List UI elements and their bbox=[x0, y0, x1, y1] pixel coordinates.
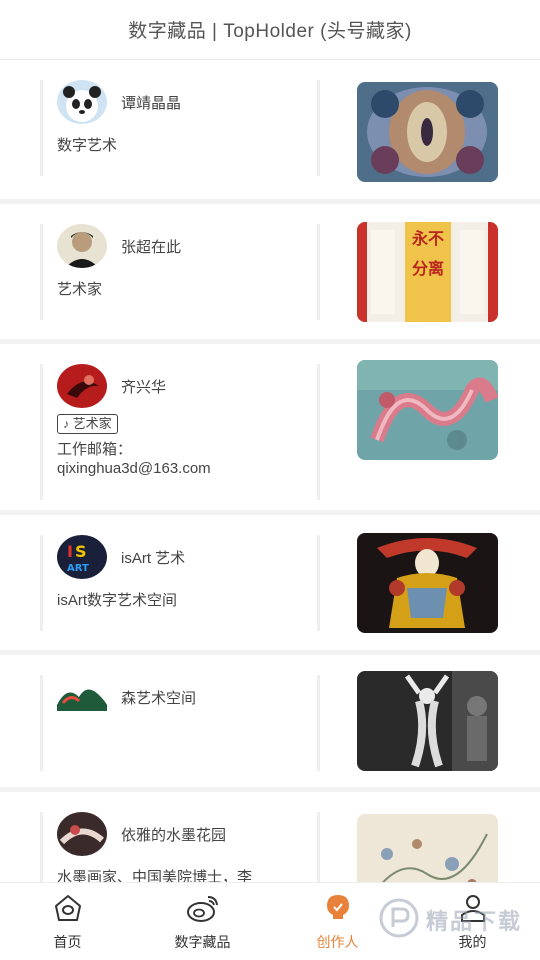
email-label: 工作邮箱： bbox=[57, 441, 133, 458]
tab-label: 数字藏品 bbox=[174, 933, 231, 950]
creator-row[interactable]: 张超在此 艺术家 永不 分离 bbox=[0, 204, 540, 344]
creator-row[interactable]: 依雅的水墨花园 水墨画家、中国美院博士，李 bbox=[0, 792, 540, 882]
banner-calligraphy-artwork[interactable]: 永不 分离 bbox=[357, 222, 498, 322]
creator-info: I S ART isArt 艺术 isArt数字艺术空间 bbox=[40, 535, 320, 631]
svg-text:永不: 永不 bbox=[411, 229, 444, 248]
profile-icon bbox=[458, 893, 488, 928]
home-icon bbox=[53, 893, 83, 928]
creator-info: 依雅的水墨花园 水墨画家、中国美院博士，李 bbox=[40, 812, 320, 882]
creator-name[interactable]: 依雅的水墨花园 bbox=[121, 824, 226, 845]
creator-description: 艺术家 bbox=[57, 281, 103, 298]
creator-row[interactable]: 森艺术空间 bbox=[0, 655, 540, 792]
creator-list[interactable]: 谭靖晶晶 数字艺术 张超在此 艺术家 永不 分离 齐兴华 ♪ 艺术家 工作邮箱：… bbox=[0, 60, 540, 882]
weibo-icon bbox=[186, 893, 220, 928]
creator-info: 森艺术空间 bbox=[40, 675, 320, 771]
tab-label: 创作人 bbox=[316, 933, 359, 950]
creator-tag-label: 艺术家 bbox=[72, 416, 112, 431]
svg-text:S: S bbox=[75, 542, 87, 561]
creator-info: 齐兴华 ♪ 艺术家 工作邮箱： qixinghua3d@163.com bbox=[40, 364, 320, 500]
red-ink-avatar-icon[interactable] bbox=[57, 364, 107, 408]
creator-name[interactable]: 谭靖晶晶 bbox=[121, 92, 181, 113]
creator-description: 数字艺术 bbox=[57, 137, 118, 154]
creator-email[interactable]: qixinghua3d@163.com bbox=[57, 459, 317, 478]
creator-row[interactable]: I S ART isArt 艺术 isArt数字艺术空间 bbox=[0, 515, 540, 655]
dancer-collage-artwork[interactable] bbox=[357, 671, 498, 771]
opera-warrior-artwork[interactable] bbox=[357, 533, 498, 633]
creator-description: 水墨画家、中国美院博士，李 bbox=[57, 869, 253, 882]
svg-text:ART: ART bbox=[67, 563, 89, 574]
ink-floral-artwork[interactable] bbox=[357, 814, 498, 882]
tab-label: 首页 bbox=[53, 933, 82, 950]
page-title: 数字藏品 | TopHolder (头号藏家) bbox=[128, 21, 412, 42]
ink-avatar-icon[interactable] bbox=[57, 812, 107, 856]
bottom-tab-bar: 首页 数字藏品 创作人 我的 bbox=[0, 882, 540, 960]
creator-bulb-icon bbox=[323, 893, 353, 928]
landscape-avatar-icon[interactable] bbox=[57, 675, 107, 719]
creator-row[interactable]: 齐兴华 ♪ 艺术家 工作邮箱： qixinghua3d@163.com bbox=[0, 344, 540, 515]
music-note-icon: ♪ bbox=[63, 417, 69, 431]
svg-text:I: I bbox=[67, 542, 73, 561]
portrait-avatar-icon[interactable] bbox=[57, 224, 107, 268]
tab-profile[interactable]: 我的 bbox=[405, 883, 540, 960]
creator-name[interactable]: 张超在此 bbox=[121, 236, 181, 257]
creator-name[interactable]: 齐兴华 bbox=[121, 376, 166, 397]
creator-name[interactable]: 森艺术空间 bbox=[121, 687, 196, 708]
creator-description: isArt数字艺术空间 bbox=[57, 592, 178, 609]
panda-avatar-icon[interactable] bbox=[57, 80, 107, 124]
tab-home[interactable]: 首页 bbox=[0, 883, 135, 960]
creator-info: 张超在此 艺术家 bbox=[40, 224, 320, 320]
creator-tag: ♪ 艺术家 bbox=[57, 414, 118, 434]
isart-logo-icon[interactable]: I S ART bbox=[57, 535, 107, 579]
creator-info: 谭靖晶晶 数字艺术 bbox=[40, 80, 320, 176]
creator-name[interactable]: isArt 艺术 bbox=[121, 547, 185, 568]
tab-label: 我的 bbox=[458, 933, 487, 950]
tab-creators[interactable]: 创作人 bbox=[270, 883, 405, 960]
dragon-mural-artwork[interactable] bbox=[357, 360, 498, 460]
svg-text:分离: 分离 bbox=[412, 259, 444, 278]
creator-row[interactable]: 谭靖晶晶 数字艺术 bbox=[0, 60, 540, 204]
kaleidoscope-artwork[interactable] bbox=[357, 82, 498, 182]
tab-collectibles[interactable]: 数字藏品 bbox=[135, 883, 270, 960]
app-header: 数字藏品 | TopHolder (头号藏家) bbox=[0, 0, 540, 60]
